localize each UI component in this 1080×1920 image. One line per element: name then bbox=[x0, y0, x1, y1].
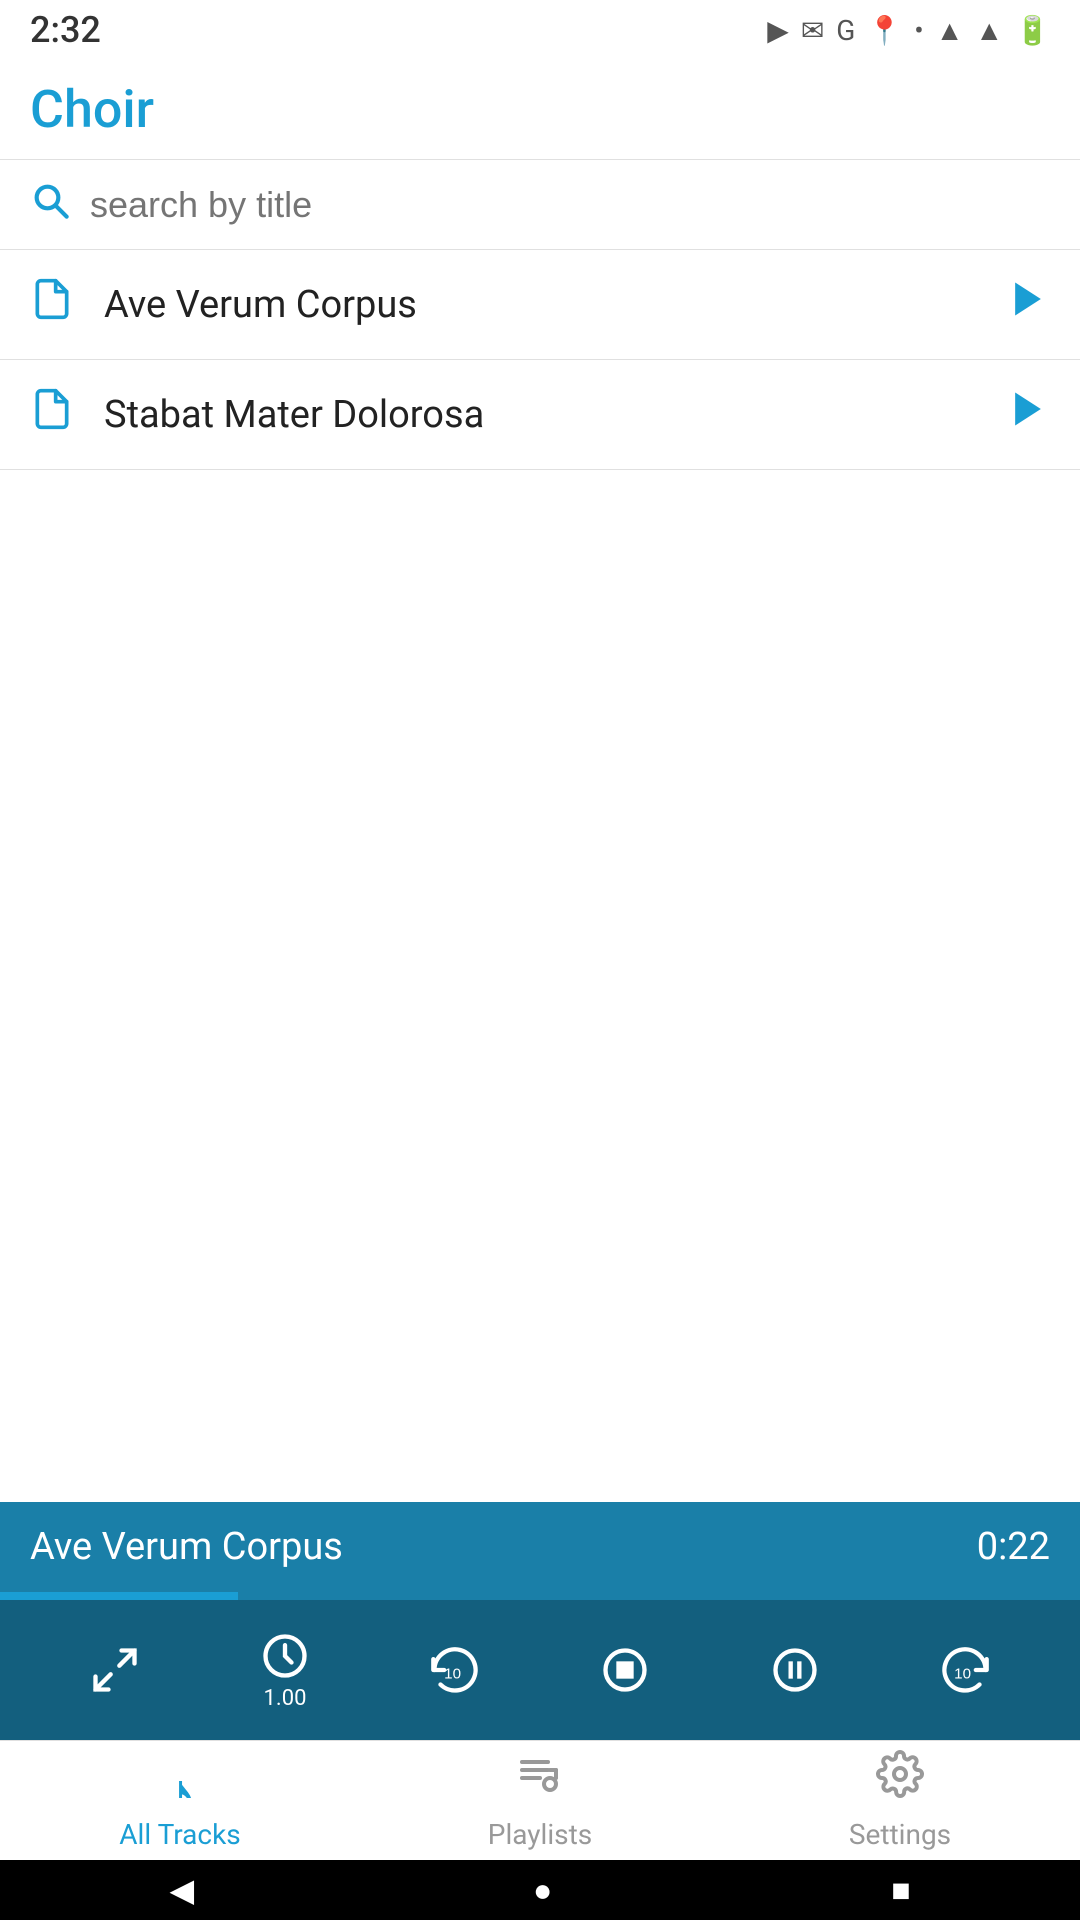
player-controls: 1.00 10 bbox=[0, 1600, 1080, 1740]
player-container: Ave Verum Corpus 0:22 1.00 bbox=[0, 1502, 1080, 1740]
search-icon bbox=[30, 180, 70, 230]
expand-button[interactable] bbox=[89, 1644, 141, 1696]
location-icon: 📍 bbox=[867, 14, 902, 47]
player-time: 0:22 bbox=[977, 1525, 1050, 1569]
track-title-1: Ave Verum Corpus bbox=[104, 283, 1006, 327]
status-time: 2:32 bbox=[30, 9, 101, 51]
status-icons: ▶ ✉ G 📍 • ▲ ▲ 🔋 bbox=[767, 14, 1050, 47]
speed-button[interactable]: 1.00 bbox=[259, 1630, 311, 1711]
bottom-nav: ♪ All Tracks Playlists Settings bbox=[0, 1740, 1080, 1860]
app-title-bar: Choir bbox=[0, 60, 1080, 160]
nav-item-all-tracks[interactable]: ♪ All Tracks bbox=[0, 1750, 360, 1851]
player-progress-fill bbox=[0, 1592, 238, 1600]
battery-icon: 🔋 bbox=[1015, 14, 1050, 47]
play-icon-2[interactable] bbox=[1006, 387, 1050, 442]
status-bar: 2:32 ▶ ✉ G 📍 • ▲ ▲ 🔋 bbox=[0, 0, 1080, 60]
mail-icon: ✉ bbox=[801, 14, 824, 47]
back-button[interactable]: ◀ bbox=[169, 1871, 194, 1909]
player-title-bar: Ave Verum Corpus 0:22 bbox=[0, 1502, 1080, 1592]
settings-label: Settings bbox=[849, 1818, 951, 1851]
home-button[interactable]: ● bbox=[533, 1871, 552, 1909]
player-track-name: Ave Verum Corpus bbox=[30, 1525, 343, 1569]
forward10-button[interactable]: 10 bbox=[939, 1644, 991, 1696]
nav-item-playlists[interactable]: Playlists bbox=[360, 1750, 720, 1851]
all-tracks-label: All Tracks bbox=[119, 1818, 240, 1851]
google-icon: G bbox=[836, 14, 855, 47]
track-item-1[interactable]: Ave Verum Corpus bbox=[0, 250, 1080, 360]
svg-text:10: 10 bbox=[954, 1666, 971, 1683]
pause-button[interactable] bbox=[769, 1644, 821, 1696]
app-title: Choir bbox=[30, 79, 154, 140]
track-item-2[interactable]: Stabat Mater Dolorosa bbox=[0, 360, 1080, 470]
svg-text:♪: ♪ bbox=[160, 1752, 200, 1798]
recents-button[interactable]: ■ bbox=[891, 1871, 910, 1909]
rewind10-button[interactable]: 10 bbox=[429, 1644, 481, 1696]
dot-icon: • bbox=[914, 14, 923, 47]
track-list: Ave Verum Corpus Stabat Mater Dolorosa bbox=[0, 250, 1080, 470]
player-progress-bar[interactable] bbox=[0, 1592, 1080, 1600]
signal-icon: ▲ bbox=[975, 14, 1003, 47]
playlists-label: Playlists bbox=[488, 1818, 592, 1851]
sys-nav-bar: ◀ ● ■ bbox=[0, 1860, 1080, 1920]
settings-icon bbox=[876, 1750, 924, 1810]
svg-text:10: 10 bbox=[444, 1666, 461, 1683]
track-title-2: Stabat Mater Dolorosa bbox=[104, 393, 1006, 437]
wifi-icon: ▲ bbox=[936, 14, 964, 47]
nav-item-settings[interactable]: Settings bbox=[720, 1750, 1080, 1851]
playlists-icon bbox=[516, 1750, 564, 1810]
doc-icon-1 bbox=[30, 277, 74, 332]
stop-button[interactable] bbox=[599, 1644, 651, 1696]
search-input[interactable] bbox=[90, 184, 1050, 226]
speed-label: 1.00 bbox=[264, 1686, 307, 1711]
all-tracks-icon: ♪ bbox=[156, 1750, 204, 1810]
play-icon-1[interactable] bbox=[1006, 277, 1050, 332]
doc-icon-2 bbox=[30, 387, 74, 442]
search-bar[interactable] bbox=[0, 160, 1080, 250]
play-status-icon: ▶ bbox=[767, 14, 789, 47]
